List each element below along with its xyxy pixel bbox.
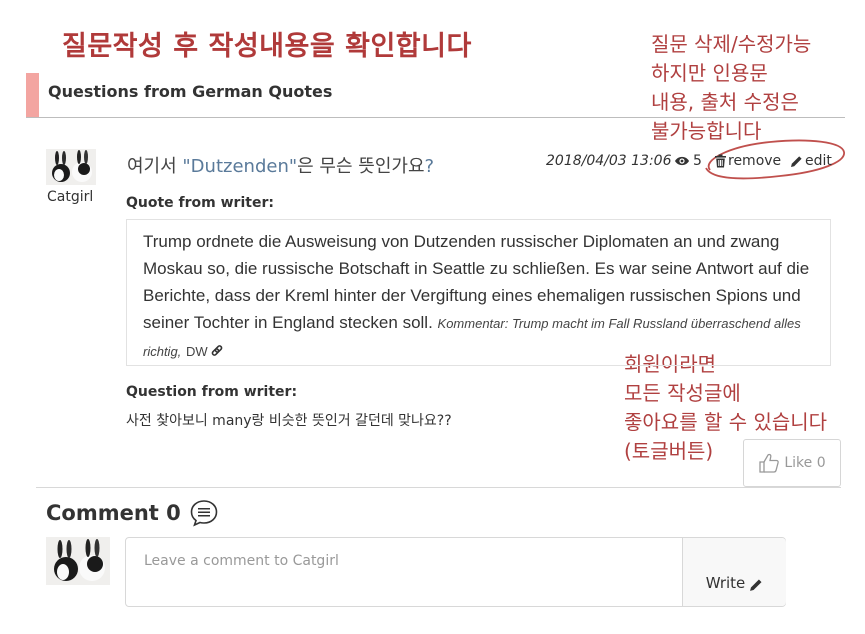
edit-label: edit (805, 153, 832, 169)
view-count-value: 5 (693, 153, 702, 169)
write-button[interactable]: Write (682, 538, 786, 606)
post-title-quoted-word: "Dutzenden" (182, 156, 298, 177)
view-count: 5 (674, 153, 702, 169)
quote-publisher-link[interactable]: DW (186, 344, 224, 359)
like-label: Like 0 (784, 455, 826, 471)
post-title: 여기서 "Dutzenden"은 무슨 뜻인가요? (127, 152, 434, 178)
like-button[interactable]: Like 0 (743, 439, 841, 487)
rabbit-avatar-icon (46, 537, 110, 585)
quote-publisher: DW (186, 344, 208, 359)
eye-icon (675, 156, 689, 166)
quote-text: Trump ordnete die Ausweisung von Dutzend… (143, 228, 818, 365)
remove-button[interactable]: remove (714, 153, 781, 169)
commenter-avatar (46, 537, 110, 585)
question-label: Question from writer: (126, 384, 298, 400)
link-icon (211, 345, 223, 356)
post-title-suffix: 은 무슨 뜻인가요 (297, 156, 425, 177)
comment-count-title: Comment 0 (46, 501, 181, 525)
quote-label: Quote from writer: (126, 195, 274, 211)
comment-heading: Comment 0 (46, 498, 219, 528)
author-name[interactable]: Catgirl (47, 189, 93, 205)
write-label: Write (705, 574, 746, 592)
edit-button[interactable]: edit (790, 153, 832, 169)
remove-label: remove (728, 153, 782, 169)
post-title-prefix: 여기서 (127, 156, 183, 177)
annotation-title: 질문작성 후 작성내용을 확인합니다 (62, 31, 472, 62)
section-header: Questions from German Quotes (26, 73, 845, 118)
speech-bubble-icon (190, 500, 218, 527)
question-text: 사전 찾아보니 many랑 비슷한 뜻인거 갈던데 맞나요?? (126, 413, 452, 429)
section-accent-bar (26, 73, 39, 117)
post-date: 2018/04/03 13:06 (546, 153, 672, 169)
comment-input[interactable] (126, 538, 682, 606)
section-title: Questions from German Quotes (48, 82, 333, 101)
section-divider (36, 487, 841, 488)
pencil-icon (750, 579, 762, 591)
comment-form: Write (125, 537, 786, 607)
pencil-icon (791, 155, 802, 167)
author-avatar[interactable] (46, 149, 96, 185)
thumbs-up-icon (759, 453, 780, 473)
rabbit-avatar-icon (46, 149, 96, 185)
quote-box: Trump ordnete die Ausweisung von Dutzend… (126, 219, 831, 366)
post-title-mark: ? (424, 156, 435, 177)
trash-icon (715, 154, 726, 168)
